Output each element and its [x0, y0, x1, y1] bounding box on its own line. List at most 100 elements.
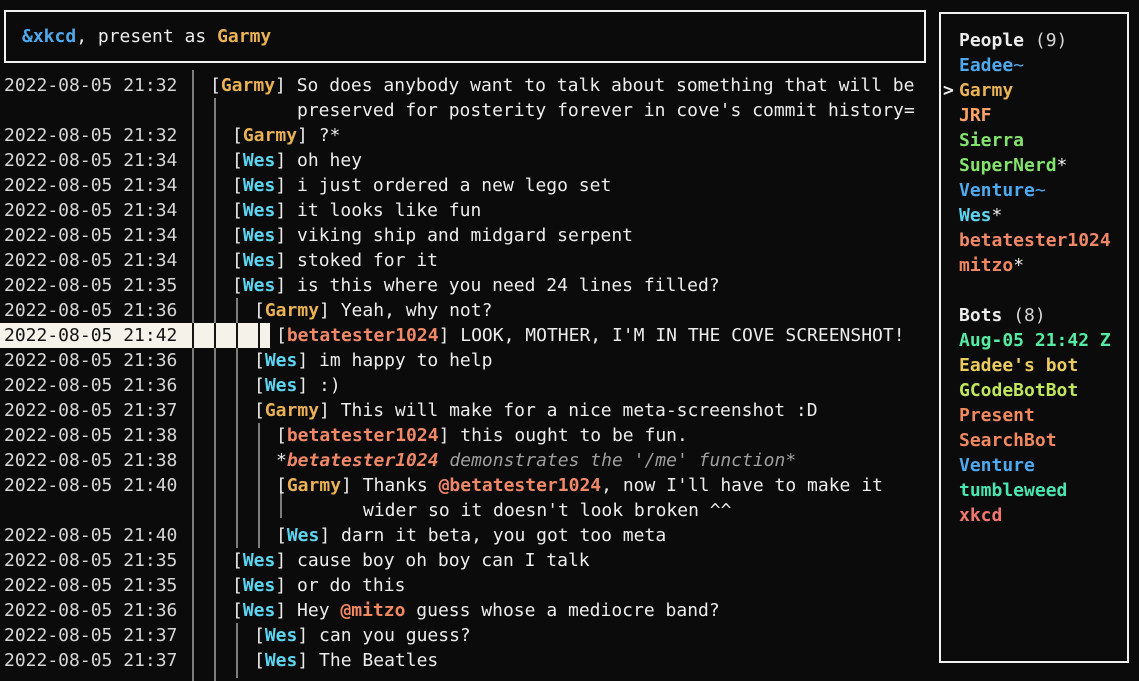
chat-row: 2022-08-05 21:32 [Garmy] So does anybody … — [0, 73, 1139, 98]
message-segment: ] — [275, 575, 297, 596]
message-text: [Garmy] Thanks @betatester1024, now I'll… — [276, 473, 883, 498]
timestamp: 2022-08-05 21:34 — [4, 223, 177, 248]
chat-row-highlighted: 2022-08-05 21:42 [betatester1024] LOOK, M… — [0, 323, 1139, 348]
message-segment: So does anybody want to talk about somet… — [297, 75, 915, 96]
message-segment: , now I'll have to make it — [601, 475, 883, 496]
timestamp: 2022-08-05 21:35 — [4, 573, 177, 598]
message-segment: LOOK, MOTHER, I'M IN THE COVE SCREENSHOT… — [460, 325, 904, 346]
timestamp: 2022-08-05 21:40 — [4, 473, 177, 498]
message-text: [Wes] darn it beta, you got too meta — [276, 523, 666, 548]
timestamp: 2022-08-05 21:40 — [4, 523, 177, 548]
timestamp: 2022-08-05 21:42 — [4, 323, 177, 348]
message-segment: ] — [297, 375, 319, 396]
message-text: [Wes] The Beatles — [254, 648, 438, 673]
chat-row: 2022-08-05 21:36[Wes] :) — [0, 373, 1139, 398]
chat-row: preserved for posterity forever in cove'… — [0, 98, 1139, 123]
timestamp: 2022-08-05 21:34 — [4, 248, 177, 273]
message-segment: ] — [297, 125, 319, 146]
message-segment: ] — [297, 625, 319, 646]
nickname: Wes — [243, 275, 276, 296]
chat-row: 2022-08-05 21:36[Garmy] Yeah, why not? — [0, 298, 1139, 323]
message-segment: [ — [232, 200, 243, 221]
timestamp: 2022-08-05 21:34 — [4, 173, 177, 198]
message-segment: ] — [319, 300, 341, 321]
message-text: [Wes] im happy to help — [254, 348, 492, 373]
message-segment: ] — [275, 550, 297, 571]
message-segment: Yeah, why not? — [341, 300, 493, 321]
nickname: Wes — [243, 575, 276, 596]
message-segment: or do this — [297, 575, 405, 596]
message-segment: ] — [297, 650, 319, 671]
nickname: Garmy — [221, 75, 275, 96]
message-segment: ] — [319, 400, 341, 421]
chat-row: 2022-08-05 21:34[Wes] stoked for it — [0, 248, 1139, 273]
message-segment: [ — [254, 400, 265, 421]
timestamp: 2022-08-05 21:36 — [4, 348, 177, 373]
nickname: Wes — [243, 200, 276, 221]
message-text: [Wes] cause boy oh boy can I talk — [232, 548, 590, 573]
nickname: Wes — [243, 150, 276, 171]
channel-header: &xkcd, present as Garmy — [22, 12, 271, 61]
message-text: *betatester1024 demonstrates the '/me' f… — [276, 448, 796, 473]
message-segment: [ — [232, 600, 243, 621]
nickname: betatester1024 — [287, 325, 439, 346]
nickname: @mitzo — [340, 600, 405, 621]
timestamp: 2022-08-05 21:37 — [4, 623, 177, 648]
nickname: Garmy — [243, 125, 297, 146]
message-segment: ] — [275, 75, 297, 96]
message-segment: ] — [439, 425, 461, 446]
message-text: wider so it doesn't look broken ^^ — [363, 498, 731, 523]
message-text: [Wes] viking ship and midgard serpent — [232, 223, 633, 248]
message-text: [betatester1024] LOOK, MOTHER, I'M IN TH… — [276, 323, 905, 348]
timestamp: 2022-08-05 21:32 — [4, 123, 177, 148]
message-segment: [ — [232, 225, 243, 246]
message-segment: Hey — [297, 600, 340, 621]
chat-row: 2022-08-05 21:34[Wes] oh hey — [0, 148, 1139, 173]
timestamp: 2022-08-05 21:36 — [4, 598, 177, 623]
nickname: Wes — [243, 600, 276, 621]
chat-row: 2022-08-05 21:36[Wes] Hey @mitzo guess w… — [0, 598, 1139, 623]
message-segment: ] — [275, 250, 297, 271]
nickname: Wes — [265, 650, 298, 671]
message-text: [Garmy] This will make for a nice meta-s… — [254, 398, 818, 423]
message-segment: :) — [319, 375, 341, 396]
nickname: Garmy — [265, 400, 319, 421]
chat-row: wider so it doesn't look broken ^^ — [0, 498, 1139, 523]
nickname: betatester1024 — [287, 425, 439, 446]
message-text: [Garmy] So does anybody want to talk abo… — [210, 73, 914, 98]
chat-row: 2022-08-05 21:37[Wes] can you guess? — [0, 623, 1139, 648]
timestamp: 2022-08-05 21:32 — [4, 73, 177, 98]
nickname: Wes — [243, 250, 276, 271]
message-segment: im happy to help — [319, 350, 492, 371]
message-segment: * — [276, 450, 287, 471]
message-segment: it looks like fun — [297, 200, 481, 221]
nickname: Wes — [243, 550, 276, 571]
timestamp: 2022-08-05 21:36 — [4, 298, 177, 323]
message-segment: this ought to be fun. — [460, 425, 688, 446]
channel-header-box: &xkcd, present as Garmy — [4, 10, 926, 63]
timestamp: 2022-08-05 21:34 — [4, 198, 177, 223]
message-segment: cause boy oh boy can I talk — [297, 550, 590, 571]
chat-row: 2022-08-05 21:34[Wes] i just ordered a n… — [0, 173, 1139, 198]
timestamp: 2022-08-05 21:38 — [4, 448, 177, 473]
message-segment: [ — [254, 300, 265, 321]
chat-row: 2022-08-05 21:35[Wes] or do this — [0, 573, 1139, 598]
thread-line-inverted — [258, 323, 260, 348]
message-segment: ] — [341, 475, 363, 496]
chat-row: 2022-08-05 21:38 *betatester1024 demonstr… — [0, 448, 1139, 473]
message-segment: [ — [276, 425, 287, 446]
thread-line-inverted — [214, 323, 216, 348]
message-segment: ] — [275, 225, 297, 246]
message-segment: viking ship and midgard serpent — [297, 225, 633, 246]
message-segment: [ — [276, 325, 287, 346]
nickname: Wes — [287, 525, 320, 546]
message-segment: stoked for it — [297, 250, 438, 271]
message-segment: demonstrates the '/me' function* — [439, 450, 797, 471]
message-segment: [ — [254, 350, 265, 371]
timestamp: 2022-08-05 21:38 — [4, 423, 177, 448]
message-segment: can you guess? — [319, 625, 471, 646]
message-text: [betatester1024] this ought to be fun. — [276, 423, 688, 448]
message-text: [Wes] it looks like fun — [232, 198, 481, 223]
chat-area: 2022-08-05 21:32[Garmy] So does anybody … — [0, 0, 1139, 681]
message-segment: ] — [439, 325, 461, 346]
